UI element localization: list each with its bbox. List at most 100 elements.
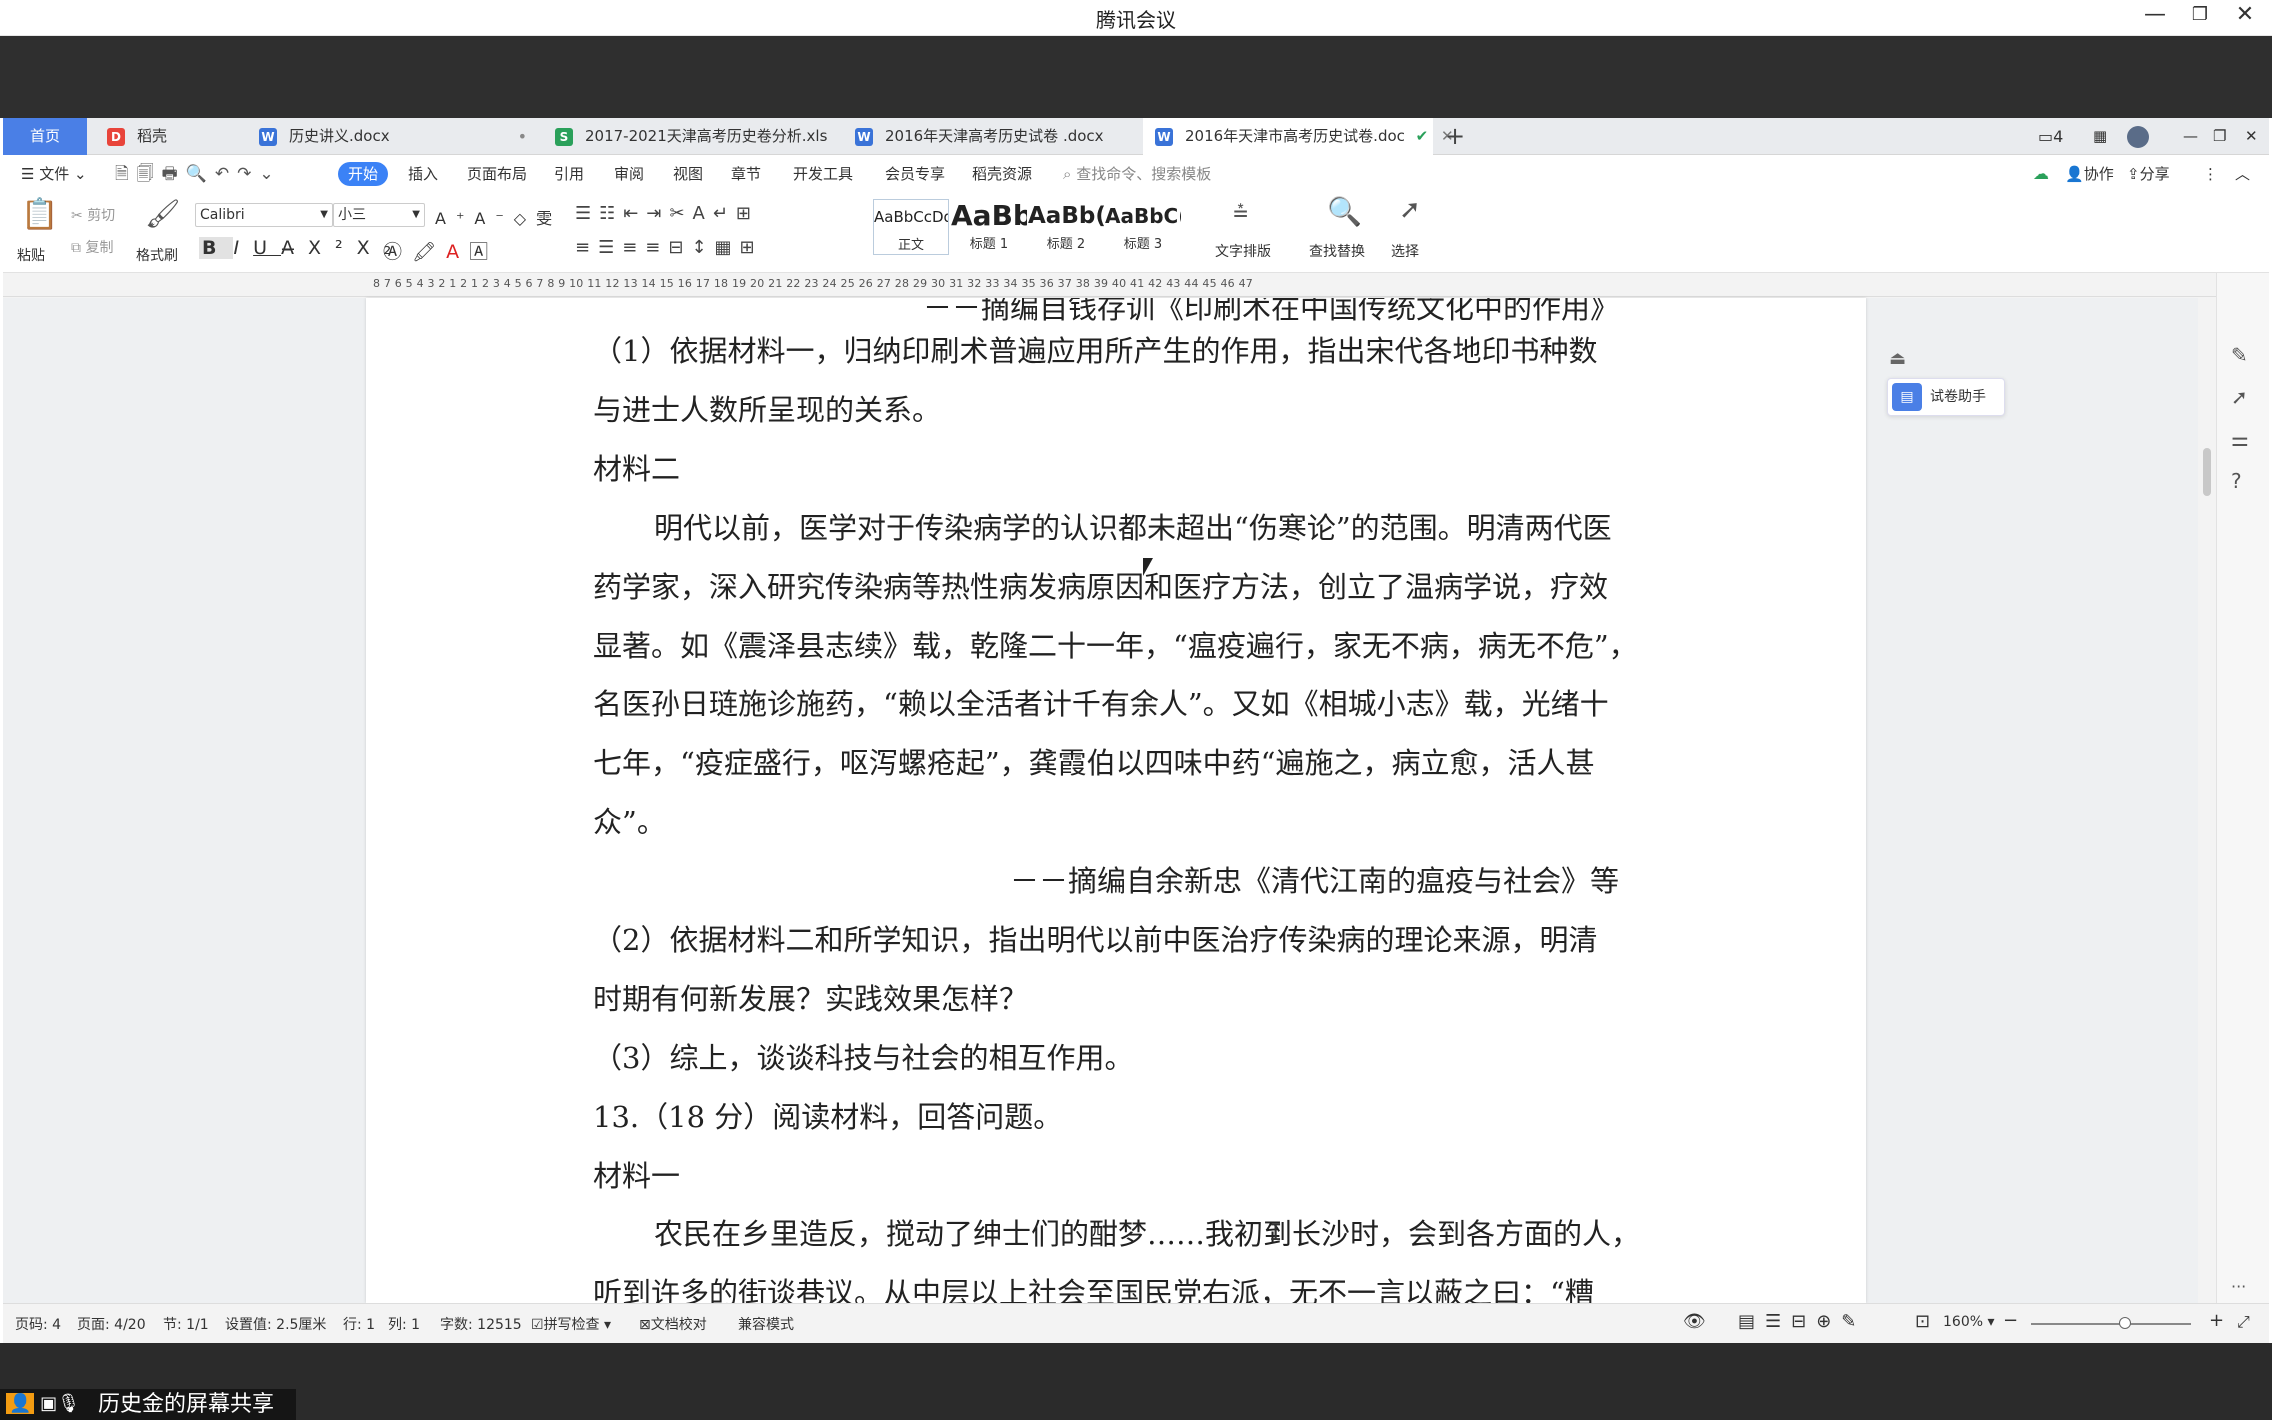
grid-apps-icon[interactable]: ▦ <box>2093 118 2107 155</box>
exam-assistant-button[interactable]: ▤ 试卷助手 <box>1887 378 2005 416</box>
exam-assistant-icon: ▤ <box>1892 383 1922 411</box>
check-box-icon: ☑ <box>531 1317 544 1333</box>
menu-tab-developer[interactable]: 开发工具 <box>793 162 853 186</box>
app-restore-icon[interactable]: ❐ <box>2213 118 2226 155</box>
fullscreen-icon[interactable]: ⤢ <box>2237 1312 2250 1332</box>
style-heading3[interactable]: AaBbC(标题 3 <box>1105 199 1181 255</box>
status-words[interactable]: 字数: 12515 <box>440 1314 522 1334</box>
menu-tab-insert[interactable]: 插入 <box>408 162 438 186</box>
fit-page-icon[interactable]: ⊡ <box>1915 1311 1930 1332</box>
app-close-icon[interactable]: ✕ <box>2245 118 2258 155</box>
window-layout-icon[interactable]: ▭4 <box>2038 118 2063 155</box>
collapse-ribbon-icon[interactable]: ︿ <box>2235 162 2250 186</box>
restore-icon[interactable]: ❐ <box>2180 0 2220 32</box>
doc-line-q2a: （2）依据材料二和所学知识，指出明代以前中医治疗传染病的理论来源，明清 <box>593 923 1598 957</box>
text-format-row[interactable]: B IUA̶X²X₂ <box>199 237 405 259</box>
collapse-panel-icon[interactable]: ⏏ <box>1889 348 1906 369</box>
italic-icon[interactable]: I <box>233 237 253 259</box>
file-menu[interactable]: ☰ 文件 ⌄ <box>21 162 87 186</box>
tab-home[interactable]: 首页 <box>3 118 87 155</box>
paste-icon[interactable]: 📋 <box>21 197 58 232</box>
select-button[interactable]: 选择 <box>1391 241 1419 261</box>
share-button[interactable]: ⇪分享 <box>2127 162 2170 186</box>
format-painter-button[interactable]: 格式刷 <box>136 245 178 265</box>
alignment-row[interactable]: ≡☰≡≡⊟↕▦⊞ <box>575 237 763 258</box>
ribbon-menu-bar: ☰ 文件 ⌄ 🗎🗐🖶🔍↶↷⌄ 开始 插入 页面布局 引用 审阅 视图 章节 开发… <box>3 155 2269 191</box>
pointer-icon[interactable]: ➚ <box>2231 385 2248 409</box>
zoom-out-icon[interactable]: − <box>2003 1310 2018 1331</box>
doc-line-material1: 材料一 <box>593 1159 681 1193</box>
tab-exam-docx[interactable]: W 2016年天津高考历史试卷 .docx <box>843 118 1143 155</box>
copy-button[interactable]: ⧉ 复制 <box>71 237 113 257</box>
doc-line-m2b: 药学家，深入研究传染病等热性病发病原因和医疗方法，创立了温病学说，疗效 <box>593 570 1609 604</box>
menu-tab-chapter[interactable]: 章节 <box>731 162 761 186</box>
edit-pen-icon[interactable]: ✎ <box>2231 343 2248 367</box>
minimize-icon[interactable]: — <box>2135 0 2175 32</box>
doc-line-q2b: 时期有何新发展？实践效果怎样？ <box>593 982 1029 1016</box>
menu-tab-member[interactable]: 会员专享 <box>885 162 945 186</box>
tab-label: 2016年天津市高考历史试卷.doc <box>1185 127 1405 145</box>
tab-history-notes[interactable]: W 历史讲义.docx • <box>247 118 537 155</box>
menu-tab-start[interactable]: 开始 <box>338 162 389 186</box>
more-icon[interactable]: ⋮ <box>2203 162 2218 186</box>
ruler-numbers: 8 7 6 5 4 3 2 1 2 1 2 3 4 5 6 7 8 9 10 1… <box>373 277 1253 290</box>
menu-tab-reference[interactable]: 引用 <box>554 162 584 186</box>
color-tools-row[interactable]: Ⓐ🖍A🄰 <box>383 237 498 264</box>
help-icon[interactable]: ? <box>2231 469 2242 493</box>
text-layout-icon[interactable]: ⩮ <box>1233 197 1248 228</box>
settings-sliders-icon[interactable]: ⚌ <box>2231 427 2249 451</box>
word-doc-icon: W <box>259 128 277 146</box>
font-family-select[interactable]: Calibri ▼ <box>195 203 333 227</box>
font-family-value: Calibri <box>200 207 245 223</box>
scrollbar-thumb[interactable] <box>2203 448 2211 496</box>
tab-dot-icon[interactable]: • <box>518 118 527 155</box>
menu-tab-review[interactable]: 审阅 <box>614 162 644 186</box>
doc-line-q1b: 与进士人数所呈现的关系。 <box>593 393 942 427</box>
bold-icon[interactable]: B <box>199 237 234 259</box>
zoom-select[interactable]: 160% ▾ <box>1943 1314 1995 1330</box>
quick-access-toolbar[interactable]: 🗎🗐🖶🔍↶↷⌄ <box>115 162 282 186</box>
avatar[interactable] <box>2127 118 2149 155</box>
view-mode-icons[interactable]: ▤☰⊟⊕✎ <box>1738 1311 1866 1332</box>
tab-analysis-xls[interactable]: S 2017-2021天津高考历史卷分析.xls <box>543 118 843 155</box>
zoom-slider-handle[interactable] <box>2119 1317 2131 1329</box>
collab-button[interactable]: 👤协作 <box>2065 162 2114 186</box>
status-page[interactable]: 页面: 4/20 <box>77 1314 146 1334</box>
document-canvas[interactable]: －－摘编自钱存训《印刷术在中国传统文化中的作用》 （1）依据材料一，归纳印刷术普… <box>3 298 2269 1303</box>
menu-tab-layout[interactable]: 页面布局 <box>467 162 527 186</box>
vertical-scrollbar[interactable] <box>2198 298 2216 1303</box>
style-heading2[interactable]: AaBb(标题 2 <box>1028 199 1104 255</box>
command-search[interactable]: ⌕ 查找命令、搜索模板 <box>1063 162 1211 186</box>
document-page[interactable]: －－摘编自钱存训《印刷术在中国传统文化中的作用》 （1）依据材料一，归纳印刷术普… <box>366 298 1866 1303</box>
new-tab-plus-icon[interactable]: + <box>1433 118 1465 155</box>
status-page-code: 页码: 4 <box>15 1317 62 1333</box>
app-minimize-icon[interactable]: — <box>2183 118 2198 155</box>
font-tools-row[interactable]: A⁺A⁻◇雯 <box>435 205 562 229</box>
text-layout-button[interactable]: 文字排版 <box>1215 241 1271 261</box>
cut-button[interactable]: ✂ 剪切 <box>71 205 115 225</box>
close-icon[interactable]: ✕ <box>2225 0 2265 32</box>
tab-daoke[interactable]: D 稻壳 <box>95 118 245 155</box>
find-replace-button[interactable]: 查找替换 <box>1309 241 1365 261</box>
horizontal-ruler[interactable]: 8 7 6 5 4 3 2 1 2 1 2 3 4 5 6 7 8 9 10 1… <box>3 273 2269 297</box>
spell-check-button[interactable]: ☑拼写检查 ▾ <box>531 1314 611 1334</box>
paste-button[interactable]: 粘贴 <box>17 245 45 265</box>
find-icon[interactable]: 🔍 <box>1327 195 1362 228</box>
menu-tab-daoke-resources[interactable]: 稻壳资源 <box>972 162 1032 186</box>
proofread-button[interactable]: ⊠文档校对 <box>639 1314 707 1334</box>
more-dots-icon[interactable]: ··· <box>2231 1277 2246 1296</box>
font-size-select[interactable]: 小三 ▼ <box>333 203 425 227</box>
zoom-slider[interactable] <box>2031 1317 2191 1329</box>
zoom-in-icon[interactable]: + <box>2209 1310 2224 1331</box>
format-painter-icon[interactable]: 🖌 <box>145 197 181 230</box>
style-normal[interactable]: AaBbCcDd 正文 <box>873 199 949 255</box>
eye-protect-icon[interactable]: 👁 <box>1683 1311 1706 1332</box>
underline-icon[interactable]: U <box>253 237 281 259</box>
cloud-sync-icon[interactable]: ☁ <box>2033 162 2049 186</box>
menu-tab-view[interactable]: 视图 <box>673 162 703 186</box>
list-indent-row[interactable]: ☰☷⇤⇥✂A↵⊞ <box>575 203 759 224</box>
select-cursor-icon[interactable]: ➚ <box>1399 195 1421 225</box>
style-heading1[interactable]: AaBb 标题 1 <box>951 199 1027 255</box>
tab-exam-doc-active[interactable]: W 2016年天津市高考历史试卷.doc ✔ ✕ <box>1143 118 1454 155</box>
status-section: 节: 1/1 <box>163 1317 209 1333</box>
